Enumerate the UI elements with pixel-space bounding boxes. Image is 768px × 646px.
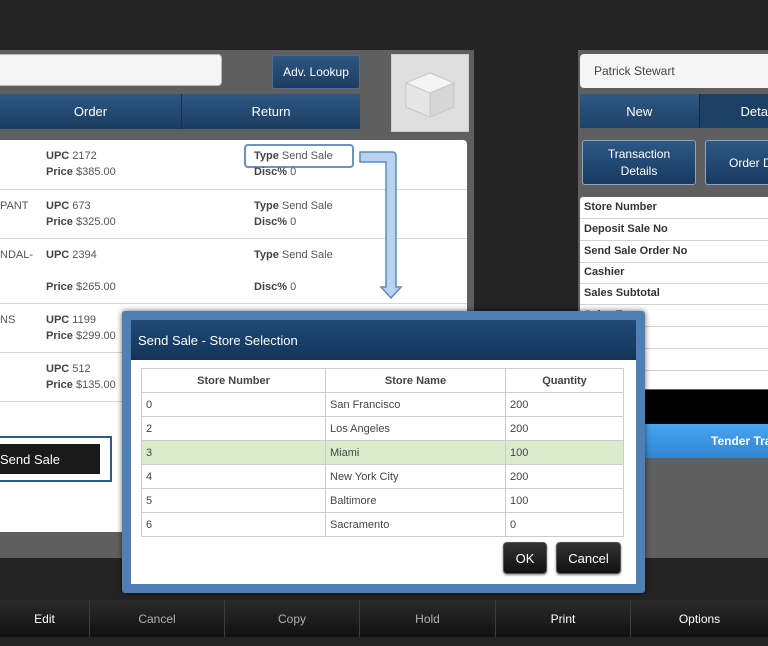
price-field: Price $299.00 bbox=[46, 330, 116, 342]
tab-order[interactable]: Order bbox=[0, 94, 182, 129]
pos-screen: Adv. Lookup Order Return UPC 2172 Price … bbox=[0, 0, 768, 646]
store-number-cell: 6 bbox=[141, 512, 326, 537]
cart-item-row[interactable]: UPC 2172 Price $385.00 Type Send Sale Di… bbox=[0, 140, 467, 190]
mode-tabs: Order Return bbox=[0, 94, 360, 129]
store-number-cell: 2 bbox=[141, 416, 326, 441]
copy-button[interactable]: Copy bbox=[225, 600, 360, 637]
type-field: Type Send Sale bbox=[254, 150, 333, 162]
options-button[interactable]: Options bbox=[631, 600, 768, 637]
table-row[interactable]: 5 Baltimore 100 bbox=[141, 488, 624, 513]
store-name-cell: New York City bbox=[325, 464, 506, 489]
discount-field: Disc% 0 bbox=[254, 166, 297, 178]
edit-button[interactable]: Edit bbox=[0, 600, 90, 637]
send-sale-button-frame: Send Sale bbox=[0, 436, 112, 482]
quantity-cell: 200 bbox=[505, 464, 624, 489]
summary-row-cashier: Cashier bbox=[580, 262, 768, 284]
customer-name-field[interactable]: Patrick Stewart bbox=[580, 54, 768, 88]
hold-button[interactable]: Hold bbox=[360, 600, 496, 637]
price-field: Price $265.00 bbox=[46, 281, 116, 293]
upc-field: UPC 2172 bbox=[46, 150, 97, 162]
table-row[interactable]: 2 Los Angeles 200 bbox=[141, 416, 624, 441]
cancel-button[interactable]: Cancel bbox=[556, 542, 621, 574]
tab-new[interactable]: New bbox=[580, 94, 700, 128]
search-input[interactable] bbox=[0, 54, 222, 86]
store-name-cell: Baltimore bbox=[325, 488, 506, 513]
discount-field: Disc% 0 bbox=[254, 281, 297, 293]
store-selection-dialog: Send Sale - Store Selection Store Number… bbox=[122, 311, 645, 593]
summary-row-deposit-sale-no: Deposit Sale No bbox=[580, 219, 768, 241]
upc-field: UPC 673 bbox=[46, 200, 91, 212]
total-display-band bbox=[626, 390, 768, 424]
store-name-cell: Sacramento bbox=[325, 512, 506, 537]
summary-row-sales-subtotal: Sales Subtotal bbox=[580, 283, 768, 305]
column-header-store-number: Store Number bbox=[141, 368, 326, 393]
product-image-box-icon bbox=[391, 54, 469, 132]
store-number-cell: 4 bbox=[141, 464, 326, 489]
store-name-cell: San Francisco bbox=[325, 392, 506, 417]
dialog-title: Send Sale - Store Selection bbox=[131, 320, 636, 360]
bottom-toolbar: Edit Cancel Copy Hold Print Options bbox=[0, 600, 768, 637]
summary-row-send-sale-order-no: Send Sale Order No bbox=[580, 241, 768, 263]
send-sale-button[interactable]: Send Sale bbox=[0, 444, 100, 474]
upc-field: UPC 512 bbox=[46, 363, 91, 375]
tender-transaction-button[interactable]: Tender Tra bbox=[626, 424, 768, 458]
store-name-cell: Los Angeles bbox=[325, 416, 506, 441]
discount-field: Disc% 0 bbox=[254, 216, 297, 228]
store-number-cell: 5 bbox=[141, 488, 326, 513]
column-header-quantity: Quantity bbox=[505, 368, 624, 393]
order-details-button[interactable]: Order D bbox=[705, 140, 768, 185]
dialog-body: Store Number Store Name Quantity 0 San F… bbox=[131, 360, 636, 584]
ok-button[interactable]: OK bbox=[503, 542, 547, 574]
summary-row-store-number: Store Number bbox=[580, 197, 768, 219]
column-header-store-name: Store Name bbox=[325, 368, 506, 393]
upc-field: UPC 2394 bbox=[46, 249, 97, 261]
cancel-transaction-button[interactable]: Cancel bbox=[90, 600, 225, 637]
table-row[interactable]: 4 New York City 200 bbox=[141, 464, 624, 489]
price-field: Price $135.00 bbox=[46, 379, 116, 391]
table-row[interactable]: 0 San Francisco 200 bbox=[141, 392, 624, 417]
store-name-cell: Miami bbox=[325, 440, 506, 465]
store-number-cell: 3 bbox=[141, 440, 326, 465]
cart-item-row[interactable]: NDAL- UPC 2394 Price $265.00 Type Send S… bbox=[0, 239, 467, 304]
quantity-cell: 100 bbox=[505, 440, 624, 465]
print-button[interactable]: Print bbox=[496, 600, 631, 637]
item-name: NDAL- bbox=[0, 249, 34, 261]
upc-field: UPC 1199 bbox=[46, 314, 96, 326]
price-field: Price $325.00 bbox=[46, 216, 116, 228]
item-name: NS bbox=[0, 314, 16, 326]
right-tabs: New Deta bbox=[580, 94, 768, 128]
transaction-details-button[interactable]: Transaction Details bbox=[582, 140, 696, 185]
table-row-selected[interactable]: 3 Miami 100 bbox=[141, 440, 624, 465]
quantity-cell: 200 bbox=[505, 416, 624, 441]
store-number-cell: 0 bbox=[141, 392, 326, 417]
tab-details[interactable]: Deta bbox=[699, 94, 768, 128]
price-field: Price $385.00 bbox=[46, 166, 116, 178]
store-table: Store Number Store Name Quantity 0 San F… bbox=[141, 368, 624, 537]
type-field: Type Send Sale bbox=[254, 200, 333, 212]
table-row[interactable]: 6 Sacramento 0 bbox=[141, 512, 624, 537]
quantity-cell: 100 bbox=[505, 488, 624, 513]
type-field: Type Send Sale bbox=[254, 249, 333, 261]
quantity-cell: 200 bbox=[505, 392, 624, 417]
cart-item-row[interactable]: PANT UPC 673 Price $325.00 Type Send Sal… bbox=[0, 190, 467, 239]
quantity-cell: 0 bbox=[505, 512, 624, 537]
item-name: PANT bbox=[0, 200, 29, 212]
tab-return[interactable]: Return bbox=[182, 94, 360, 129]
adv-lookup-button[interactable]: Adv. Lookup bbox=[272, 55, 360, 89]
